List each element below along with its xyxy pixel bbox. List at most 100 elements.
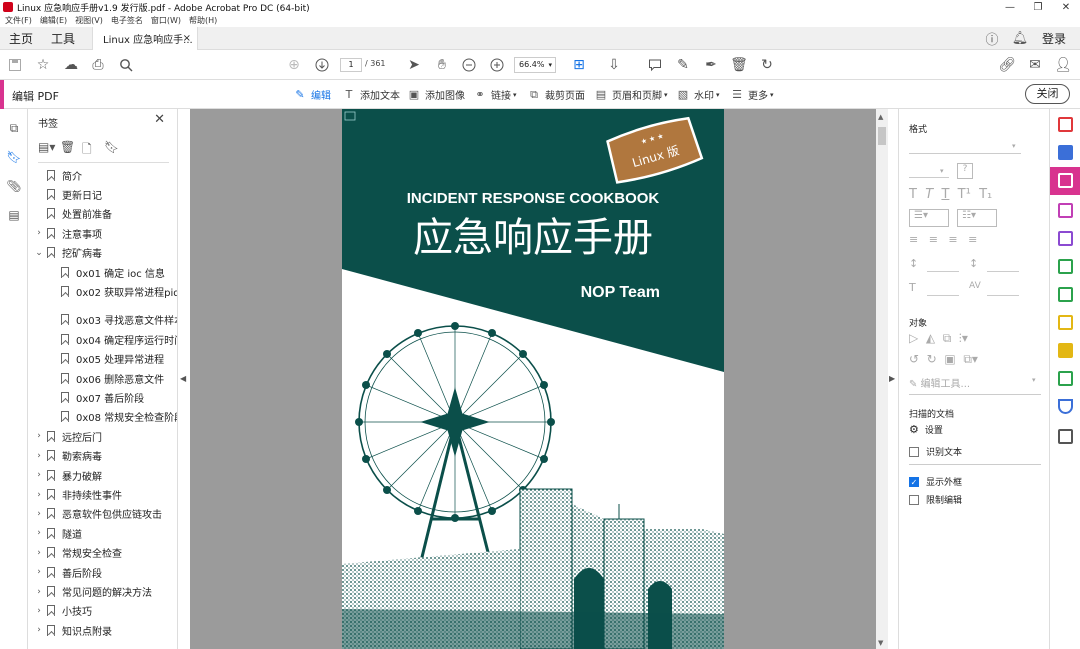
more-tools-icon[interactable] [1058,429,1073,444]
bookmark-item[interactable]: › 远控后门 [34,427,102,445]
expand-chevron-icon[interactable]: › [34,470,44,480]
print-icon[interactable]: ⎙ [89,56,107,74]
bookmark-item[interactable]: 0x01 确定 ioc 信息 [48,263,165,281]
expand-chevron-icon[interactable]: › [34,431,44,441]
scroll-mode-icon[interactable]: ⇩ [605,56,623,74]
rotate-icon[interactable]: ↻ [758,56,776,74]
close-panel-icon[interactable]: ✕ [154,112,165,127]
bookmark-options-icon[interactable]: ▤▾ [38,140,60,161]
collapse-right-icon[interactable]: ▶ [889,374,895,383]
bookmark-item[interactable]: 0x06 删除恶意文件 [48,369,164,387]
close-edit-button[interactable]: 关闭 [1025,84,1070,104]
bookmark-panel-icon[interactable]: 🔖︎ [6,150,21,164]
page-number-input[interactable]: 1 [340,58,362,72]
line-spacing-icon[interactable]: ↕ [909,257,918,270]
scroll-thumb[interactable] [878,127,886,145]
bookmark-item[interactable]: › 恶意软件包供应链攻击 [34,505,162,523]
scan-ocr-icon[interactable] [1058,315,1073,330]
recognize-text-checkbox[interactable]: 识别文本 [909,445,962,458]
show-bbox-checkbox[interactable]: ✓ 显示外框 [909,475,962,488]
edit-tool-select[interactable]: ✎ 编辑工具... [909,375,970,390]
font-select[interactable] [909,153,1021,154]
document-icon[interactable]: ▤ [7,208,21,222]
bullet-list-icon[interactable]: ☰▾ [909,209,949,227]
add-user-icon[interactable]: 👤︎ [1054,56,1072,74]
restrict-edit-box[interactable] [909,494,919,505]
edit-button[interactable]: ✎ 编辑 [293,86,331,103]
more-button[interactable]: ☰ 更多 ▾ [730,86,773,103]
text-style-icons[interactable]: T T T T¹ T₁ [909,187,992,202]
vertical-scrollbar[interactable]: ▲ ▼ [876,109,888,649]
organize-pages-icon[interactable] [1058,287,1073,302]
tab-home[interactable]: 主页 [0,30,42,47]
watermark-button[interactable]: ▧ 水印 ▾ [676,86,720,103]
expand-chevron-icon[interactable]: › [34,509,44,519]
size-dropdown-icon[interactable]: ▾ [940,167,944,175]
paragraph-spacing-select[interactable] [987,271,1019,272]
object-rotate-icons[interactable]: ↺ ↻ ▣ ⧉▾ [909,352,978,367]
expand-chevron-icon[interactable]: › [34,528,44,538]
expand-chevron-icon[interactable]: › [34,567,44,577]
combine-files-icon[interactable] [1058,145,1073,160]
object-arrange-icons[interactable]: ▷ ◭ ⧉ ⫶▾ [909,331,968,346]
highlight-pen-icon[interactable]: ✎ [674,56,692,74]
upload-cloud-icon[interactable]: ☁ [62,56,80,74]
bookmark-item[interactable]: 更新日记 [34,185,102,203]
expand-chevron-icon[interactable]: › [34,490,44,500]
collapse-left-icon[interactable]: ◀ [180,374,186,383]
bell-icon[interactable]: 🔔︎ [1006,31,1034,46]
select-arrow-icon[interactable]: ➤ [405,56,423,74]
expand-chevron-icon[interactable]: › [34,587,44,597]
menu-window[interactable]: 窗口(W) [151,15,181,26]
bookmark-item[interactable]: 0x05 处理异常进程 [48,350,164,368]
print-production-icon[interactable] [1058,371,1073,386]
page-layout-icon[interactable]: ⊞ [570,56,588,74]
help-icon[interactable]: ⓘ [978,29,1006,48]
bookmark-item[interactable]: › 隧道 [34,524,82,542]
bookmark-item[interactable]: › 知识点附录 [34,621,112,639]
page-thumbnails-icon[interactable]: ⧉ [7,121,21,135]
baseline-icon[interactable]: T [909,281,916,294]
bookmark-item[interactable]: 0x03 寻找恶意文件样本 [48,311,177,329]
scroll-down-icon[interactable]: ▼ [878,639,883,647]
baseline-select[interactable] [927,295,959,296]
line-spacing-select[interactable] [927,271,959,272]
new-bookmark-icon[interactable]: 🗋 [82,140,104,161]
font-size-select[interactable] [909,177,949,178]
menu-esign[interactable]: 电子签名 [111,15,143,26]
bookmark-item[interactable]: ⌄ 挖矿病毒 [34,244,102,262]
expand-chevron-icon[interactable]: › [34,606,44,616]
star-icon[interactable]: ☆ [34,56,52,74]
font-dropdown-icon[interactable]: ▾ [1012,142,1016,150]
sign-icon[interactable]: ✒ [702,56,720,74]
prev-page-icon[interactable]: ⊕ [285,56,303,74]
crop-page-button[interactable]: ⧉ 裁剪页面 [527,86,585,103]
email-icon[interactable]: ✉ [1026,56,1044,74]
bookmark-item[interactable]: 0x04 确定程序运行时间 [48,330,177,348]
tab-close-icon[interactable]: × [183,33,191,44]
bookmark-item[interactable]: › 注意事项 [34,224,102,242]
bookmark-item[interactable]: 0x08 常规安全检查阶段 [48,408,177,426]
find-bookmark-icon[interactable]: 🔖︎ [104,140,126,161]
zoom-in-icon[interactable] [488,56,506,74]
bookmark-item[interactable]: 简介 [34,166,82,184]
header-footer-button[interactable]: ▤ 页眉和页脚 ▾ [594,86,668,103]
menu-file[interactable]: 文件(F) [5,15,32,26]
trash-icon[interactable]: 🗑︎ [730,56,748,74]
char-spacing-icon[interactable]: AV [969,281,981,291]
menu-view[interactable]: 视图(V) [75,15,103,26]
zoom-out-icon[interactable] [460,56,478,74]
link-button[interactable]: ⚭ 链接 ▾ [473,86,516,103]
bookmark-item[interactable]: › 善后阶段 [34,563,102,581]
login-button[interactable]: 登录 [1042,30,1066,47]
expand-chevron-icon[interactable]: › [34,625,44,635]
protect-shield-icon[interactable] [1058,399,1073,414]
tab-tools[interactable]: 工具 [42,30,84,47]
numbered-list-icon[interactable]: ☷▾ [957,209,997,227]
bookmark-item[interactable]: 0x07 善后阶段 [48,389,144,407]
restrict-edit-checkbox[interactable]: 限制编辑 [909,493,962,506]
settings-button[interactable]: ⚙ 设置 [909,423,943,436]
send-review-icon[interactable] [1058,259,1073,274]
add-image-button[interactable]: ▣ 添加图像 [407,86,465,103]
menu-help[interactable]: 帮助(H) [189,15,217,26]
